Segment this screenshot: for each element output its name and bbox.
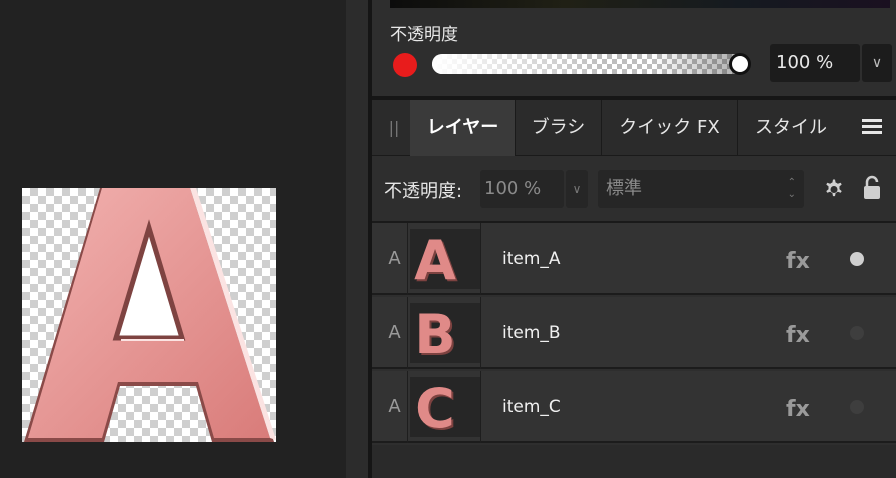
- opacity-slider-gradient: [432, 54, 748, 74]
- color-swatch[interactable]: [393, 53, 417, 77]
- studio-panel: 不透明度 100 % ∨ || レイヤー ブラシ クイック FX スタイル 不透…: [372, 0, 896, 478]
- chevron-down-icon[interactable]: ∨: [862, 44, 892, 82]
- tab-quick-fx[interactable]: クイック FX: [602, 100, 738, 156]
- svg-text:fx: fx: [786, 323, 810, 345]
- fx-icon[interactable]: fx: [786, 321, 814, 345]
- drag-grip-icon[interactable]: ||: [380, 100, 408, 156]
- panel-tabs: || レイヤー ブラシ クイック FX スタイル: [372, 100, 896, 156]
- layer-thumbnail[interactable]: B B: [410, 303, 480, 368]
- layer-opacity-field[interactable]: 100 %: [480, 170, 564, 208]
- layer-row[interactable]: A A A item_A fx: [372, 223, 896, 295]
- layers-empty-area: [372, 445, 896, 478]
- lock-icon[interactable]: [862, 175, 882, 201]
- color-spectrum-bar[interactable]: [390, 0, 890, 8]
- letter-a-artwork: [24, 188, 276, 442]
- tab-layers[interactable]: レイヤー: [410, 100, 516, 156]
- gear-icon[interactable]: [822, 177, 846, 201]
- layer-name[interactable]: item_C: [502, 371, 561, 443]
- svg-text:C: C: [415, 377, 455, 437]
- layer-thumbnail[interactable]: C C: [410, 377, 480, 442]
- tab-brushes[interactable]: ブラシ: [516, 100, 602, 156]
- opacity-title: 不透明度: [390, 25, 458, 45]
- visibility-toggle[interactable]: [850, 326, 864, 340]
- svg-text:A: A: [414, 229, 456, 289]
- chevron-down-icon[interactable]: ∨: [566, 170, 588, 208]
- svg-text:fx: fx: [786, 249, 810, 271]
- blend-mode-value: 標準: [606, 178, 642, 199]
- blend-mode-select[interactable]: 標準 ⌃ ⌄: [598, 170, 804, 208]
- document-canvas[interactable]: [22, 188, 276, 442]
- text-layer-icon: A: [382, 297, 408, 369]
- layer-name[interactable]: item_A: [502, 223, 561, 295]
- fx-icon[interactable]: fx: [786, 247, 814, 271]
- layer-controls: 不透明度: 100 % ∨ 標準 ⌃ ⌄: [372, 157, 896, 221]
- layer-name[interactable]: item_B: [502, 297, 561, 369]
- svg-text:fx: fx: [786, 397, 810, 419]
- canvas-scroll-strip[interactable]: [346, 0, 368, 478]
- opacity-slider[interactable]: [432, 54, 748, 74]
- layer-row[interactable]: A C C item_C fx: [372, 371, 896, 443]
- up-down-arrows-icon: ⌃ ⌄: [787, 177, 796, 200]
- text-layer-icon: A: [382, 371, 408, 443]
- visibility-toggle[interactable]: [850, 400, 864, 414]
- opacity-value-field[interactable]: 100 %: [770, 44, 860, 82]
- layer-thumbnail[interactable]: A A: [410, 229, 480, 294]
- tab-styles[interactable]: スタイル: [738, 100, 844, 156]
- canvas-area[interactable]: [0, 0, 346, 478]
- svg-text:B: B: [414, 303, 455, 363]
- layer-row[interactable]: A B B item_B fx: [372, 297, 896, 369]
- text-layer-icon: A: [382, 223, 408, 295]
- visibility-toggle[interactable]: [850, 252, 864, 266]
- hamburger-menu-icon[interactable]: [862, 116, 886, 140]
- layer-opacity-label: 不透明度:: [384, 181, 463, 202]
- opacity-slider-thumb[interactable]: [729, 53, 751, 75]
- fx-icon[interactable]: fx: [786, 395, 814, 419]
